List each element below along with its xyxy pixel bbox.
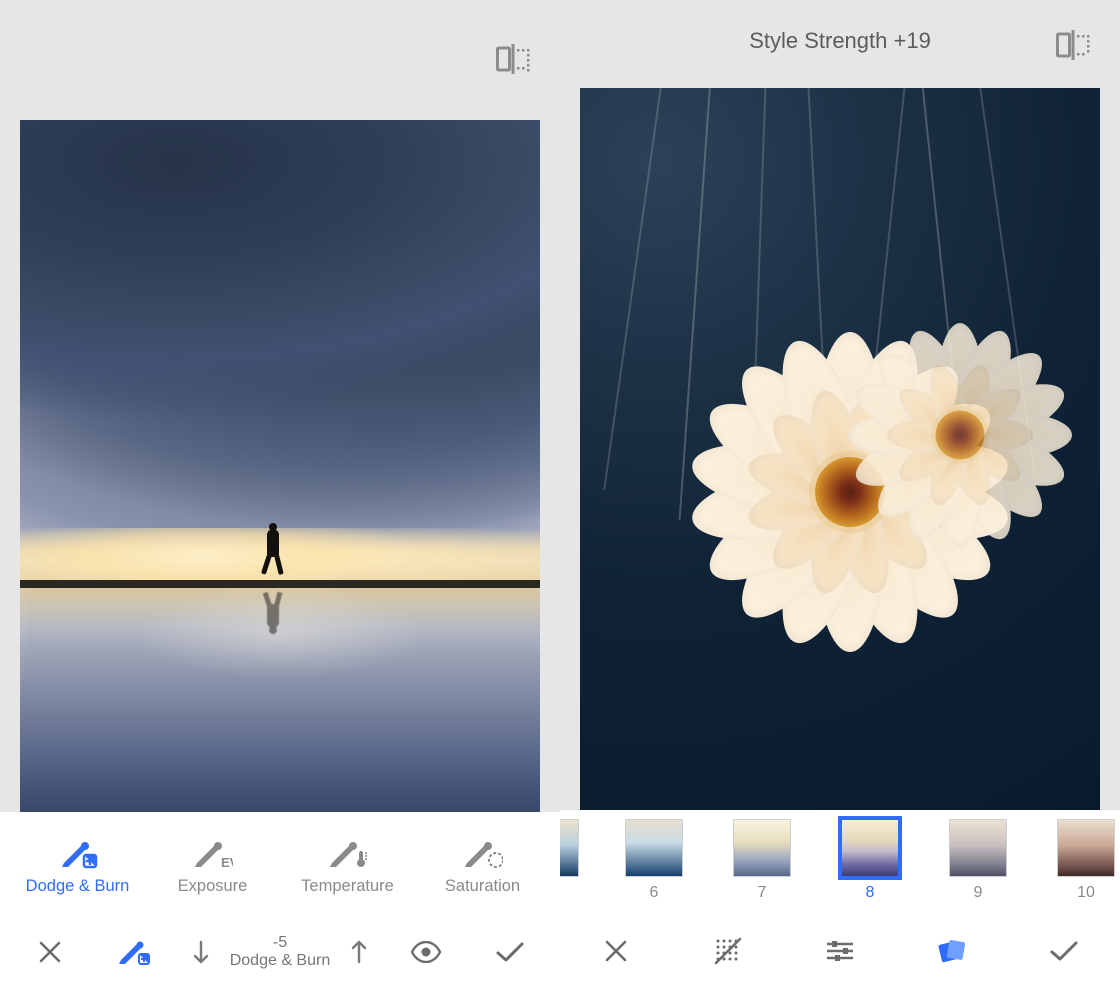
- compare-icon[interactable]: [496, 44, 530, 74]
- photo-preview[interactable]: [20, 120, 540, 812]
- status-label: Style Strength +19: [560, 28, 1120, 54]
- filter-6[interactable]: 6: [600, 820, 708, 902]
- styles-button[interactable]: [924, 938, 980, 964]
- decrease-arrow-icon[interactable]: [192, 939, 210, 965]
- cancel-button[interactable]: [24, 939, 76, 965]
- brush-tool-button[interactable]: [108, 938, 160, 966]
- increase-arrow-icon[interactable]: [350, 939, 368, 965]
- right-pane: Style Strength +19: [560, 0, 1120, 984]
- brush-label: Temperature: [301, 877, 394, 896]
- brush-saturation[interactable]: Saturation: [418, 837, 548, 896]
- filter-strip[interactable]: 6 7 8 9 10: [560, 810, 1120, 918]
- texture-button[interactable]: [700, 937, 756, 965]
- svg-text:EV: EV: [221, 855, 233, 869]
- param-readout[interactable]: -5 Dodge & Burn: [192, 934, 369, 971]
- apply-button[interactable]: [1036, 939, 1092, 963]
- brush-icon: [58, 837, 98, 869]
- brush-icon: [328, 837, 368, 869]
- adjust-button[interactable]: [812, 939, 868, 963]
- brush-icon: EV: [193, 837, 233, 869]
- preview-button[interactable]: [400, 941, 452, 963]
- left-pane: Dodge & Burn EV Exposure: [0, 0, 560, 984]
- right-bottom-bar: [560, 918, 1120, 984]
- compare-icon[interactable]: [1056, 30, 1090, 60]
- filter-10[interactable]: 10: [1032, 820, 1120, 902]
- left-bottom-bar: -5 Dodge & Burn: [0, 920, 560, 984]
- brush-label: Saturation: [445, 877, 520, 896]
- filter-7[interactable]: 7: [708, 820, 816, 902]
- apply-button[interactable]: [484, 940, 536, 964]
- brush-icon: [463, 837, 503, 869]
- brush-dodge-burn[interactable]: Dodge & Burn: [13, 837, 143, 896]
- left-canvas[interactable]: [0, 0, 560, 812]
- filter-8[interactable]: 8: [816, 820, 924, 902]
- brush-row: Dodge & Burn EV Exposure: [0, 812, 560, 920]
- filter-prev[interactable]: [560, 820, 600, 884]
- brush-label: Exposure: [178, 877, 248, 896]
- brush-exposure[interactable]: EV Exposure: [148, 837, 278, 896]
- param-value-label: -5 Dodge & Burn: [230, 934, 331, 971]
- brush-label: Dodge & Burn: [26, 877, 130, 896]
- right-canvas[interactable]: Style Strength +19: [560, 0, 1120, 810]
- photo-preview[interactable]: [580, 88, 1100, 810]
- filter-9[interactable]: 9: [924, 820, 1032, 902]
- cancel-button[interactable]: [588, 938, 644, 964]
- brush-temperature[interactable]: Temperature: [283, 837, 413, 896]
